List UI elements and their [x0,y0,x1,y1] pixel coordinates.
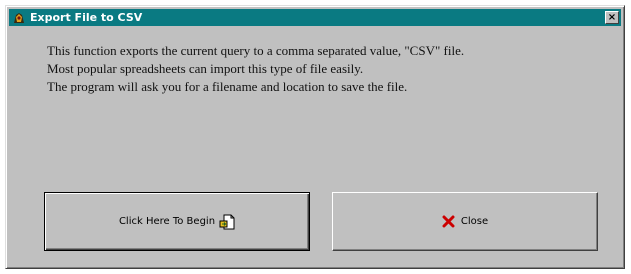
begin-button-label: Click Here To Begin [118,216,216,227]
export-file-icon [219,214,235,230]
close-button[interactable]: Close [332,192,598,251]
description-line: The program will ask you for a filename … [47,79,408,94]
description-line: Most popular spreadsheets can import thi… [47,61,364,76]
window-close-button[interactable]: × [605,11,619,24]
description-line: This function exports the current query … [47,43,465,58]
window-title: Export File to CSV [30,11,143,24]
red-x-icon [442,215,455,228]
begin-export-button[interactable]: Click Here To Begin [44,192,310,251]
export-dialog: Export File to CSV × This function expor… [5,5,625,269]
title-bar[interactable]: Export File to CSV × [9,9,621,26]
description-text: This function exports the current query … [47,42,464,96]
close-button-label: Close [460,216,489,227]
app-icon [11,10,27,26]
